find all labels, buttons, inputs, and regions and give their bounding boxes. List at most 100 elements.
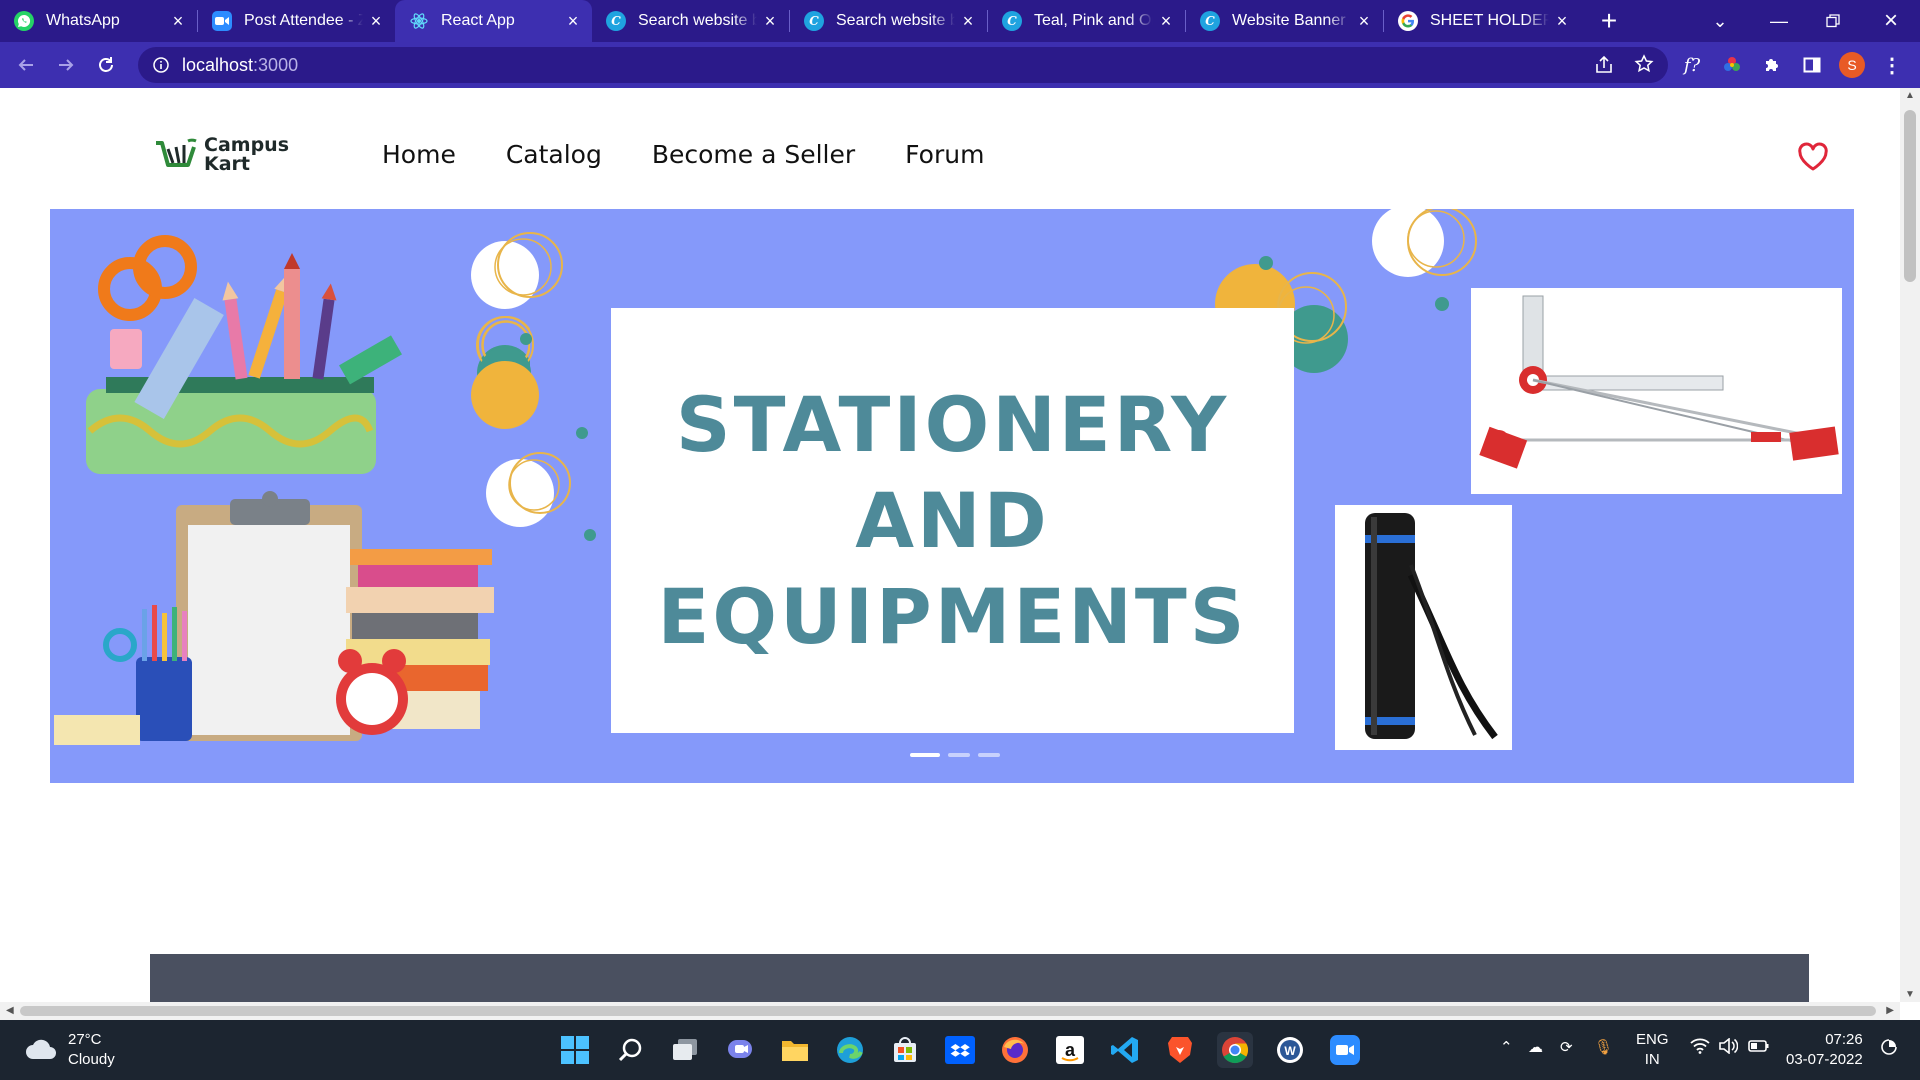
tab-canva-4[interactable]: C Website Banner S ×	[1186, 0, 1383, 42]
close-icon[interactable]: ×	[367, 12, 385, 30]
carousel-indicator-2[interactable]	[948, 753, 970, 757]
edge-browser-icon[interactable]	[832, 1032, 868, 1068]
logo-line-2: Kart	[204, 153, 250, 175]
battery-icon[interactable]	[1748, 1038, 1770, 1058]
canva-icon: C	[804, 11, 824, 31]
weather-widget[interactable]: 27°C Cloudy	[24, 1030, 115, 1070]
tab-search-chevron-icon[interactable]: ⌄	[1700, 0, 1740, 42]
tab-canva-2[interactable]: C Search website banner ×	[790, 0, 987, 42]
main-nav: Home Catalog Become a Seller Forum	[382, 140, 984, 169]
horizontal-scroll-thumb[interactable]	[20, 1006, 1876, 1016]
temperature: 27°C	[68, 1031, 102, 1048]
scroll-right-arrow-icon[interactable]: ▶	[1886, 1005, 1894, 1016]
forward-arrow-icon	[59, 59, 74, 71]
tab-zoom[interactable]: Post Attendee - Zoom ×	[198, 0, 395, 42]
amazon-icon[interactable]: a	[1052, 1032, 1088, 1068]
close-icon[interactable]: ×	[169, 12, 187, 30]
firefox-icon[interactable]	[997, 1032, 1033, 1068]
featured-section-header	[150, 954, 1809, 1002]
carousel-indicator-1[interactable]	[910, 753, 940, 757]
extensions-puzzle-icon[interactable]	[1754, 47, 1790, 83]
profile-button[interactable]: S	[1834, 47, 1870, 83]
zoom-icon	[212, 11, 232, 31]
weather-condition: Cloudy	[68, 1051, 115, 1068]
close-icon[interactable]: ×	[1157, 12, 1175, 30]
nav-home[interactable]: Home	[382, 140, 456, 169]
google-icon	[1398, 11, 1418, 31]
search-icon[interactable]	[612, 1032, 648, 1068]
scroll-down-arrow-icon[interactable]: ▼	[1905, 989, 1915, 1000]
clock-time: 07:26	[1825, 1031, 1863, 1048]
sync-icon[interactable]: ⟳	[1560, 1038, 1573, 1056]
minimize-button[interactable]: —	[1756, 0, 1802, 42]
share-icon[interactable]	[1594, 55, 1614, 80]
notification-icon[interactable]	[1880, 1038, 1898, 1060]
vscode-icon[interactable]	[1107, 1032, 1143, 1068]
forward-button[interactable]	[46, 45, 86, 85]
tab-google[interactable]: SHEET HOLDER - ×	[1384, 0, 1581, 42]
scroll-up-arrow-icon[interactable]: ▲	[1905, 90, 1915, 101]
hero-headline-card: STATIONERY AND EQUIPMENTS	[611, 308, 1294, 733]
new-tab-button[interactable]: +	[1589, 1, 1629, 41]
react-icon	[409, 11, 429, 31]
microsoft-store-icon[interactable]	[887, 1032, 923, 1068]
side-panel-icon[interactable]	[1794, 47, 1830, 83]
nav-catalog[interactable]: Catalog	[506, 140, 602, 169]
extension-label: f?	[1683, 54, 1701, 76]
close-icon[interactable]: ×	[761, 12, 779, 30]
teams-chat-icon[interactable]	[722, 1032, 758, 1068]
wifi-icon[interactable]	[1690, 1038, 1710, 1058]
browser-menu-icon[interactable]: ⋮	[1874, 47, 1910, 83]
tab-canva-3[interactable]: C Teal, Pink and Orange ×	[988, 0, 1185, 42]
campus-kart-logo[interactable]: Campus Kart	[154, 136, 289, 174]
hero-banner-carousel[interactable]: STATIONERY AND EQUIPMENTS	[50, 209, 1854, 783]
close-icon[interactable]: ×	[564, 12, 582, 30]
horizontal-scrollbar[interactable]: ◀ ▶	[0, 1002, 1900, 1020]
close-icon[interactable]: ×	[959, 12, 977, 30]
vertical-scroll-thumb[interactable]	[1904, 110, 1916, 282]
vertical-scrollbar[interactable]: ▲ ▼	[1900, 88, 1920, 1002]
nav-become-seller[interactable]: Become a Seller	[652, 140, 855, 169]
windows-taskbar: 27°C Cloudy a W ⌃ ☁ ⟳ 🎙 ENG IN 07:26 03-…	[0, 1020, 1920, 1080]
zoom-app-icon[interactable]	[1327, 1032, 1363, 1068]
restore-button[interactable]	[1810, 0, 1856, 42]
tab-canva-1[interactable]: C Search website banner ×	[592, 0, 789, 42]
task-view-icon[interactable]	[667, 1032, 703, 1068]
window-close-button[interactable]: ×	[1866, 0, 1916, 42]
tab-react-app[interactable]: React App ×	[395, 0, 592, 42]
tab-title: Search website banner	[638, 12, 757, 29]
show-hidden-icons-chevron[interactable]: ⌃	[1500, 1038, 1513, 1056]
nav-forum[interactable]: Forum	[905, 140, 984, 169]
hero-line-1: STATIONERY	[675, 379, 1230, 469]
close-icon[interactable]: ×	[1355, 12, 1373, 30]
tab-title: Post Attendee - Zoom	[244, 12, 363, 29]
bookmark-star-icon[interactable]	[1634, 54, 1654, 79]
color-picker-extension-icon[interactable]	[1714, 47, 1750, 83]
info-icon[interactable]	[152, 56, 170, 74]
svg-text:W: W	[1284, 1044, 1296, 1058]
address-bar[interactable]: localhost:3000	[138, 47, 1668, 83]
avatar: S	[1839, 52, 1865, 78]
system-clock[interactable]: 07:26 03-07-2022	[1786, 1030, 1863, 1070]
dropbox-icon[interactable]	[942, 1032, 978, 1068]
carousel-indicator-3[interactable]	[978, 753, 1000, 757]
wishlist-heart-icon[interactable]	[1797, 142, 1829, 172]
wps-writer-icon[interactable]: W	[1272, 1032, 1308, 1068]
chrome-icon[interactable]	[1217, 1032, 1253, 1068]
extension-formula-icon[interactable]: f?	[1674, 47, 1710, 83]
volume-icon[interactable]	[1718, 1037, 1739, 1058]
file-explorer-icon[interactable]	[777, 1032, 813, 1068]
url-host: localhost	[182, 54, 254, 75]
brave-browser-icon[interactable]	[1162, 1032, 1198, 1068]
windows-start-icon[interactable]	[557, 1032, 593, 1068]
input-language[interactable]: ENG IN	[1636, 1030, 1669, 1070]
microphone-icon[interactable]: 🎙	[1594, 1038, 1613, 1056]
back-button[interactable]	[6, 45, 46, 85]
tab-title: WhatsApp	[46, 12, 120, 29]
hero-line-2: AND	[855, 475, 1050, 565]
onedrive-offline-icon[interactable]: ☁	[1528, 1038, 1543, 1056]
scroll-left-arrow-icon[interactable]: ◀	[6, 1005, 14, 1016]
close-icon[interactable]: ×	[1553, 12, 1571, 30]
reload-button[interactable]	[86, 45, 126, 85]
tab-whatsapp[interactable]: WhatsApp ×	[0, 0, 197, 42]
